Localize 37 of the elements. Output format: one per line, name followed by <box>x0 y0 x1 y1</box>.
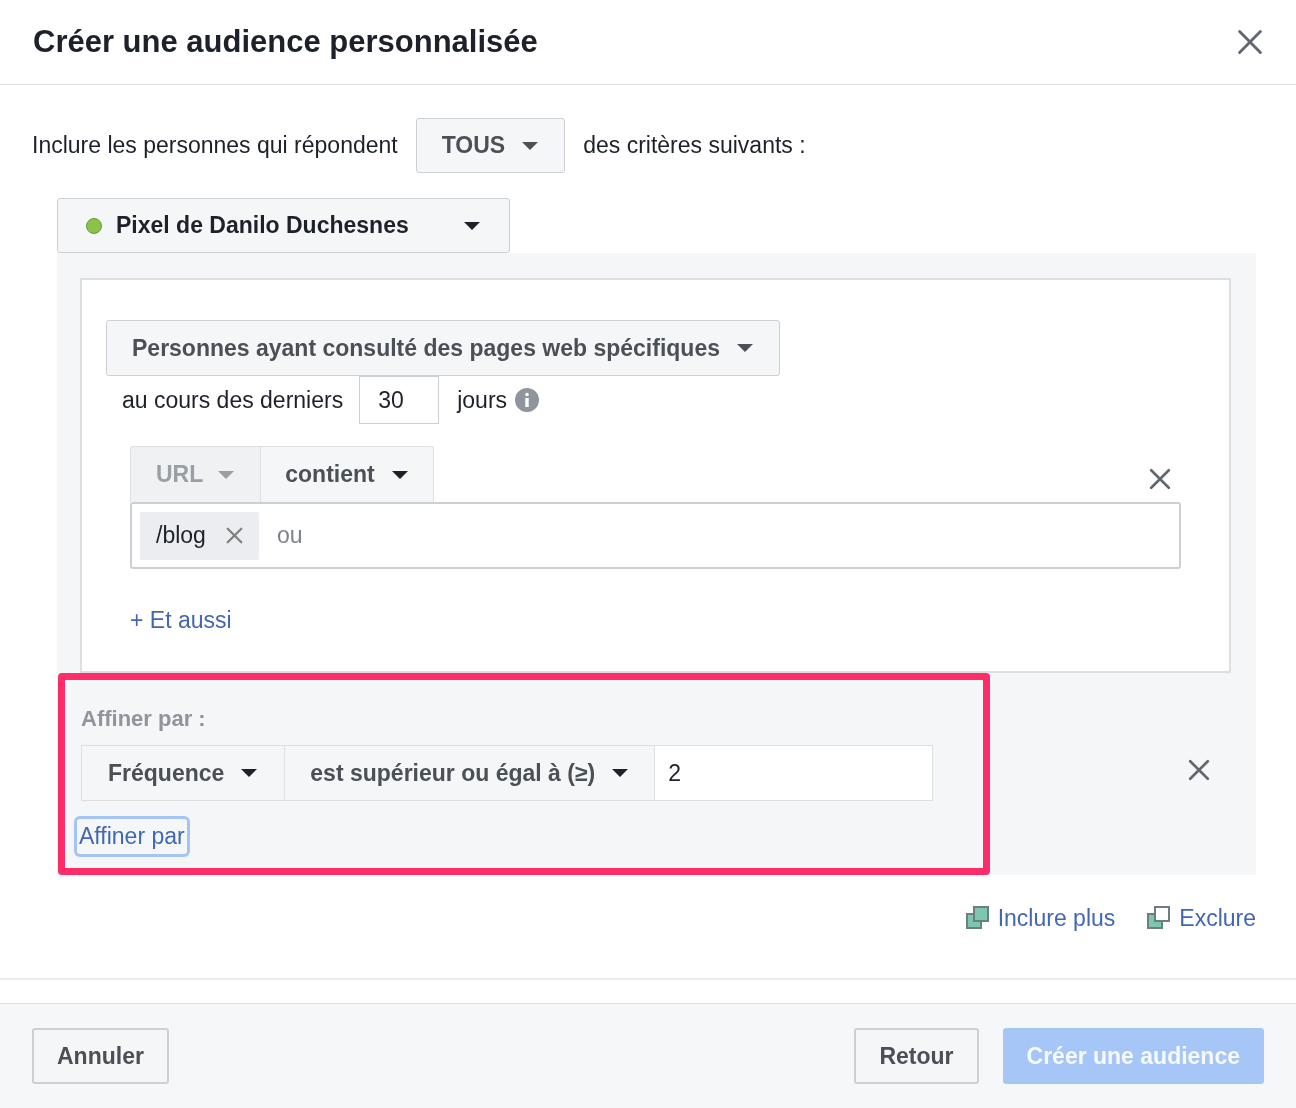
rule-text: Inclure les personnes qui répondent <box>32 131 398 161</box>
info-icon[interactable] <box>515 388 540 412</box>
tag-text: /blog <box>156 521 206 551</box>
url-text-input[interactable]: ou <box>276 518 1171 553</box>
stacked-squares-icon <box>965 906 990 931</box>
caret-icon <box>736 343 754 353</box>
dialog-title: Créer une audience personnalisée <box>33 22 538 61</box>
add-condition-link[interactable]: + Et aussi <box>130 603 232 638</box>
retention-text: au cours des derniers <box>122 385 344 415</box>
stacked-squares-icon <box>1147 906 1172 931</box>
comparison-dropdown[interactable]: est supérieur ou égal à (≥) <box>285 745 656 801</box>
event-dropdown[interactable]: Personnes ayant consulté des pages web spécifiques <box>106 320 780 376</box>
close-icon[interactable] <box>225 527 243 544</box>
close-icon[interactable] <box>1237 29 1263 55</box>
caret-icon <box>463 220 481 231</box>
operator-dropdown[interactable]: contient <box>261 446 434 502</box>
action-link[interactable]: Exclure <box>1147 901 1256 936</box>
action-link[interactable]: Inclure plus <box>965 901 1116 936</box>
rule-text: des critères suivants : <box>583 131 806 161</box>
caret-icon <box>521 140 540 151</box>
frequency-input[interactable]: 2 <box>655 745 934 801</box>
match-dropdown[interactable]: TOUS <box>415 118 566 173</box>
caret-icon <box>240 768 259 778</box>
caret-icon <box>390 469 409 480</box>
parameter-dropdown[interactable]: Fréquence <box>81 745 286 801</box>
refine-label: Affiner par : <box>81 705 206 733</box>
caret-icon <box>611 768 630 778</box>
close-icon[interactable] <box>1149 468 1171 490</box>
footer-button[interactable]: Retour <box>854 1028 979 1084</box>
caret-icon <box>217 469 236 480</box>
footer-button[interactable]: Annuler <box>32 1028 169 1084</box>
days-input[interactable]: 30 <box>359 376 440 424</box>
refine-link[interactable]: Affiner par <box>77 819 187 854</box>
retention-text: jours <box>457 385 508 415</box>
url-input[interactable]: /blog ou <box>130 502 1181 569</box>
close-icon[interactable] <box>1188 759 1210 781</box>
source-dropdown[interactable]: Pixel de Danilo Duchesnes <box>57 198 510 253</box>
